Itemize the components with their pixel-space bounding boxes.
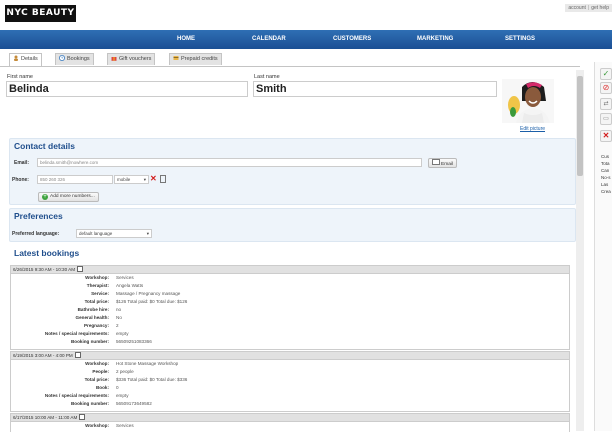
plus-icon: + [42, 194, 48, 200]
phone-label: Phone: [12, 177, 29, 183]
stat-label: Las [601, 182, 609, 187]
top-bar: NYC BEAUTY account | get help [0, 0, 612, 28]
language-select[interactable]: default language ▾ [76, 229, 152, 238]
booking-details: Workshop: Services [10, 421, 570, 432]
booking-row: Service: Massage / Pregnancy massage [91, 291, 181, 296]
tab-details[interactable]: Details [9, 53, 42, 66]
phone-input[interactable]: 850 260 326 [37, 175, 113, 184]
person-icon [13, 55, 19, 61]
stat-label: No-s [601, 175, 611, 180]
chevron-down-icon: ▾ [146, 231, 149, 236]
stat-label: Can [601, 168, 610, 173]
booking-row: Therapist: Angela Watts [86, 283, 144, 288]
booking-row: Workshop: Services [85, 275, 134, 280]
nav-settings[interactable]: SETTINGS [505, 30, 535, 49]
email-input[interactable]: belinda.smith@nowhere.com [37, 158, 422, 167]
customer-tabs: Details Bookings Gift vouchers Prepaid c… [0, 52, 612, 66]
booking-details: Workshop: Hot Stone Massage Workshop Peop… [10, 359, 570, 412]
tab-prepaid-credits[interactable]: Prepaid credits [169, 53, 222, 65]
phone-type-select[interactable]: mobile ▾ [114, 175, 149, 184]
save-icon[interactable]: ✓ [600, 68, 612, 80]
block-icon[interactable]: ⊘ [600, 82, 612, 94]
booking-row: Booking number: 56509251083366 [70, 339, 152, 344]
booking-row: Workshop: Services [85, 423, 134, 428]
email-button[interactable]: Email [428, 158, 457, 168]
checkbox[interactable] [74, 352, 81, 358]
latest-bookings-title: Latest bookings [14, 248, 80, 258]
chevron-down-icon: ▾ [143, 177, 146, 182]
contact-details-title: Contact details [14, 141, 75, 151]
credit-icon [173, 55, 179, 61]
nav-home[interactable]: HOME [177, 30, 195, 49]
add-more-numbers-button[interactable]: + Add more numbers... [38, 192, 99, 202]
booking-row: People: 2 people [92, 369, 134, 374]
top-links: account | get help [565, 4, 612, 12]
checkbox[interactable] [77, 266, 84, 272]
language-label: Preferred language: [12, 231, 60, 237]
main-nav: HOME CALENDAR CUSTOMERS MARKETING SETTIN… [0, 30, 612, 49]
booking-row: Booking number: 56509173649582 [70, 401, 152, 406]
envelope-icon [432, 159, 440, 165]
last-name-label: Last name [254, 74, 280, 80]
edit-picture-link[interactable]: Edit picture [520, 126, 545, 132]
last-name-field[interactable]: Smith [253, 81, 497, 97]
scrollbar[interactable] [576, 70, 584, 431]
delete-icon[interactable]: ✕ [150, 174, 157, 183]
booking-row: Total price: $126 Total paid: $0 Total du… [84, 299, 188, 304]
nav-marketing[interactable]: MARKETING [417, 30, 453, 49]
scrollbar-thumb[interactable] [577, 76, 583, 176]
action-panel: ✓ ⊘ ⇄ ▭ ✕ Cus Tota Can No-s Las Crea [594, 62, 612, 431]
get-help-link[interactable]: get help [591, 5, 609, 11]
nav-customers[interactable]: CUSTOMERS [333, 30, 371, 49]
card-icon[interactable]: ▭ [600, 113, 612, 125]
booking-row: Workshop: Hot Stone Massage Workshop [85, 361, 179, 366]
gift-icon [111, 55, 117, 61]
brand-logo[interactable]: NYC BEAUTY [5, 5, 76, 22]
booking-row: General health: No [75, 315, 122, 320]
booking-row: Pregnancy: 2 [83, 323, 119, 328]
first-name-label: First name [7, 74, 33, 80]
booking-row: Bathrobe hire: no [77, 307, 122, 312]
email-label: Email: [14, 160, 30, 166]
clock-icon [59, 55, 65, 61]
stat-label: Cus [601, 154, 610, 159]
stat-label: Crea [601, 189, 611, 194]
booking-row: Total price: $336 Total paid: $0 Total du… [84, 377, 188, 382]
booking-row: Book: 0 [95, 385, 119, 390]
delete-customer-icon[interactable]: ✕ [600, 130, 612, 142]
preferences-title: Preferences [14, 211, 63, 221]
stat-label: Tota [601, 161, 610, 166]
account-link[interactable]: account [568, 5, 586, 11]
booking-row: Notes / special requirements: empty [44, 393, 129, 398]
merge-icon[interactable]: ⇄ [600, 98, 612, 110]
booking-details: Workshop: Services Therapist: Angela Watts… [10, 273, 570, 350]
tab-gift-vouchers[interactable]: Gift vouchers [107, 53, 156, 65]
customer-avatar[interactable] [502, 79, 554, 123]
tab-bookings[interactable]: Bookings [55, 53, 94, 65]
nav-calendar[interactable]: CALENDAR [252, 30, 286, 49]
checkbox[interactable] [79, 414, 86, 420]
trash-icon[interactable] [160, 175, 166, 183]
booking-row: Notes / special requirements: empty [44, 331, 129, 336]
first-name-field[interactable]: Belinda [6, 81, 248, 97]
